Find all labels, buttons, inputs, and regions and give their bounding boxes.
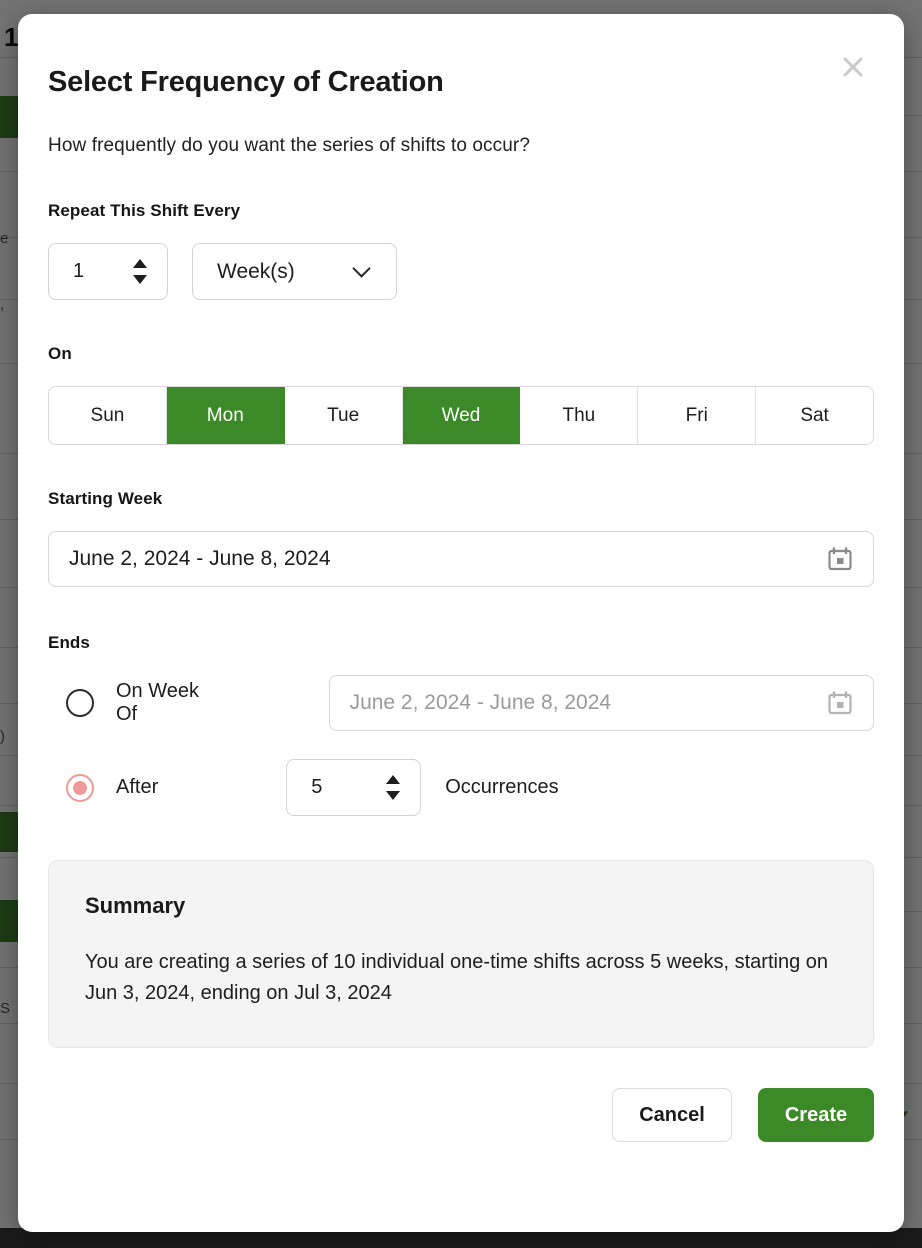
summary-text: You are creating a series of 10 individu…	[85, 947, 837, 1009]
modal-body: Select Frequency of Creation How frequen…	[18, 14, 904, 1048]
calendar-icon[interactable]	[827, 546, 853, 572]
starting-week-input[interactable]: June 2, 2024 - June 8, 2024	[48, 531, 874, 587]
after-label: After	[116, 776, 158, 799]
chevron-down-icon[interactable]	[133, 275, 147, 284]
weekday-fri[interactable]: Fri	[638, 387, 756, 444]
chevron-down-icon[interactable]	[352, 259, 370, 277]
create-button[interactable]: Create	[758, 1088, 874, 1142]
weekday-sun[interactable]: Sun	[49, 387, 167, 444]
starting-week-label: Starting Week	[48, 489, 874, 509]
occurrences-stepper[interactable]: 5	[286, 759, 421, 816]
frequency-of-creation-modal: Select Frequency of Creation How frequen…	[18, 14, 904, 1232]
background-text: S	[0, 1000, 10, 1017]
repeat-interval-value: 1	[49, 260, 133, 283]
repeat-interval-stepper[interactable]: 1	[48, 243, 168, 300]
background-text: ,	[0, 296, 4, 313]
background-text: )	[0, 728, 5, 745]
occurrences-label: Occurrences	[445, 776, 558, 799]
starting-week-value: June 2, 2024 - June 8, 2024	[49, 547, 827, 571]
ends-after-row: After 5 Occurrences	[48, 759, 874, 816]
weekday-tue[interactable]: Tue	[285, 387, 403, 444]
chevron-up-icon[interactable]	[386, 775, 400, 784]
repeat-unit-value: Week(s)	[193, 260, 355, 284]
radio-after[interactable]	[66, 774, 94, 802]
background-text: e	[0, 230, 8, 247]
calendar-icon[interactable]	[827, 690, 853, 716]
repeat-interval-arrows[interactable]	[133, 259, 167, 284]
occurrences-value: 5	[287, 776, 386, 799]
occurrences-arrows[interactable]	[386, 775, 420, 800]
repeat-unit-select[interactable]: Week(s)	[192, 243, 397, 300]
weekday-mon[interactable]: Mon	[167, 387, 285, 444]
repeat-label: Repeat This Shift Every	[48, 201, 874, 221]
modal-footer: Cancel Create	[18, 1048, 904, 1142]
on-label: On	[48, 344, 874, 364]
weekday-wed[interactable]: Wed	[403, 387, 521, 444]
summary-panel: Summary You are creating a series of 10 …	[48, 860, 874, 1048]
ends-label: Ends	[48, 633, 874, 653]
ends-on-week-of-row: On Week Of June 2, 2024 - June 8, 2024	[48, 675, 874, 731]
weekday-thu[interactable]: Thu	[520, 387, 638, 444]
ends-on-week-of-placeholder: June 2, 2024 - June 8, 2024	[330, 691, 827, 715]
chevron-down-icon[interactable]	[386, 791, 400, 800]
cancel-button[interactable]: Cancel	[612, 1088, 732, 1142]
summary-title: Summary	[85, 893, 837, 919]
ends-on-week-of-input[interactable]: June 2, 2024 - June 8, 2024	[329, 675, 874, 731]
radio-on-week-of[interactable]	[66, 689, 94, 717]
close-icon[interactable]	[838, 54, 868, 84]
page-title: Select Frequency of Creation	[48, 66, 874, 99]
chevron-up-icon[interactable]	[133, 259, 147, 268]
modal-subtitle: How frequently do you want the series of…	[48, 135, 874, 157]
weekday-selector: Sun Mon Tue Wed Thu Fri Sat	[48, 386, 874, 445]
background-shift-chip	[0, 900, 20, 942]
repeat-controls-row: 1 Week(s)	[48, 243, 874, 300]
weekday-sat[interactable]: Sat	[756, 387, 873, 444]
background-text: 1	[4, 22, 18, 53]
on-week-of-label: On Week Of	[116, 680, 225, 726]
